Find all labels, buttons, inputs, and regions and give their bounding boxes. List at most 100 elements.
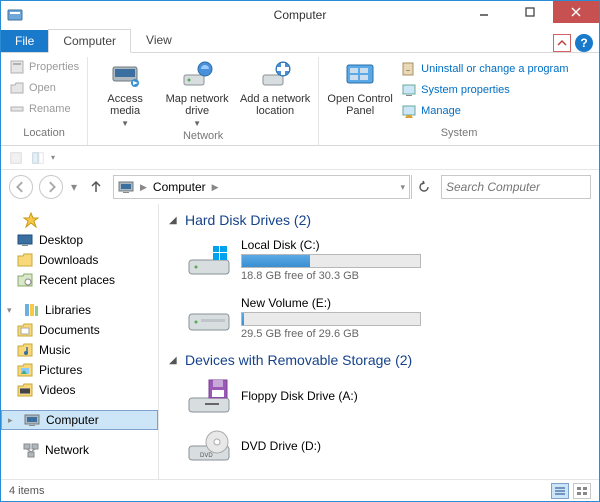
uninstall-label: Uninstall or change a program bbox=[421, 63, 568, 75]
dvd-icon: DVD bbox=[187, 428, 231, 464]
open-cp-label: Open Control Panel bbox=[325, 93, 395, 117]
nav-recent[interactable]: Recent places bbox=[1, 270, 158, 290]
nav-item-label: Desktop bbox=[39, 233, 83, 247]
ribbon-group-location: Properties Open Rename Location bbox=[1, 57, 88, 145]
uninstall-button[interactable]: Uninstall or change a program bbox=[399, 59, 570, 79]
drive-name: DVD Drive (D:) bbox=[241, 439, 321, 453]
navigation-pane: Favorites Desktop Downloads Recent place… bbox=[1, 204, 159, 479]
nav-favorites[interactable]: Favorites bbox=[1, 210, 158, 230]
access-media-button[interactable]: Access media ▼ bbox=[94, 57, 156, 128]
category-hdd[interactable]: ◢ Hard Disk Drives (2) bbox=[169, 210, 589, 234]
drive-free-text: 18.8 GB free of 30.3 GB bbox=[241, 270, 421, 282]
chevron-down-icon: ▼ bbox=[193, 119, 201, 128]
drive-name: New Volume (E:) bbox=[241, 296, 421, 310]
nav-computer[interactable]: ▸ Computer bbox=[1, 410, 158, 430]
drive-floppy-a[interactable]: Floppy Disk Drive (A:) bbox=[169, 374, 589, 424]
crumb-computer[interactable]: Computer bbox=[153, 180, 206, 194]
content-pane: ◢ Hard Disk Drives (2) Local Disk (C:) 1… bbox=[159, 204, 599, 479]
history-dropdown[interactable]: ▾ bbox=[69, 180, 79, 194]
map-drive-button[interactable]: Map network drive ▼ bbox=[160, 57, 234, 128]
manage-label: Manage bbox=[421, 105, 461, 117]
nav-libraries-label: Libraries bbox=[45, 303, 91, 317]
properties-button[interactable]: Properties bbox=[7, 57, 81, 77]
drive-name: Local Disk (C:) bbox=[241, 238, 421, 252]
details-view-button[interactable] bbox=[551, 483, 569, 499]
open-control-panel-button[interactable]: Open Control Panel bbox=[325, 57, 395, 117]
chevron-right-icon[interactable]: ▶ bbox=[210, 182, 221, 193]
drive-free-text: 29.5 GB free of 29.6 GB bbox=[241, 328, 421, 340]
svg-text:DVD: DVD bbox=[200, 453, 213, 459]
properties-label: Properties bbox=[29, 61, 79, 73]
back-button[interactable] bbox=[9, 175, 33, 199]
manage-button[interactable]: Manage bbox=[399, 101, 570, 121]
drive-usage-bar bbox=[241, 254, 421, 268]
help-button[interactable]: ? bbox=[575, 34, 593, 52]
nav-computer-label: Computer bbox=[46, 413, 99, 427]
search-box[interactable] bbox=[441, 175, 591, 199]
nav-item-label: Recent places bbox=[39, 273, 115, 287]
rename-label: Rename bbox=[29, 103, 71, 115]
access-media-label: Access media bbox=[94, 93, 156, 117]
nav-documents[interactable]: Documents bbox=[1, 320, 158, 340]
close-button[interactable] bbox=[553, 1, 599, 23]
map-drive-label: Map network drive bbox=[160, 93, 234, 117]
drive-new-volume-e[interactable]: New Volume (E:) 29.5 GB free of 29.6 GB bbox=[169, 292, 589, 350]
organize-icon[interactable] bbox=[7, 149, 25, 167]
ribbon-tabs: File Computer View ? bbox=[1, 29, 599, 53]
chevron-down-icon: ◢ bbox=[169, 215, 179, 226]
nav-libraries[interactable]: ▾ Libraries bbox=[1, 300, 158, 320]
nav-downloads[interactable]: Downloads bbox=[1, 250, 158, 270]
nav-network-label: Network bbox=[45, 443, 89, 457]
nav-item-label: Documents bbox=[39, 323, 100, 337]
chevron-down-icon: ▼ bbox=[121, 119, 129, 128]
ribbon-group-network: Access media ▼ Map network drive ▼ Add a n… bbox=[88, 57, 319, 145]
title-bar: Computer bbox=[1, 1, 599, 29]
open-button[interactable]: Open bbox=[7, 78, 81, 98]
chevron-right-icon: ▸ bbox=[8, 415, 18, 426]
sys-props-button[interactable]: System properties bbox=[399, 80, 570, 100]
drive-dvd-d[interactable]: DVD DVD Drive (D:) bbox=[169, 424, 589, 474]
nav-pictures[interactable]: Pictures bbox=[1, 360, 158, 380]
category-removable[interactable]: ◢ Devices with Removable Storage (2) bbox=[169, 350, 589, 374]
drive-local-c[interactable]: Local Disk (C:) 18.8 GB free of 30.3 GB bbox=[169, 234, 589, 292]
nav-desktop[interactable]: Desktop bbox=[1, 230, 158, 250]
drive-name: Floppy Disk Drive (A:) bbox=[241, 389, 358, 403]
group-label-system: System bbox=[325, 125, 593, 142]
forward-button[interactable] bbox=[39, 175, 63, 199]
group-label-network: Network bbox=[94, 128, 312, 145]
up-button[interactable] bbox=[85, 176, 107, 198]
category-hdd-label: Hard Disk Drives (2) bbox=[185, 212, 311, 228]
maximize-button[interactable] bbox=[507, 1, 553, 23]
hdd-icon bbox=[187, 300, 231, 336]
hdd-icon bbox=[187, 242, 231, 278]
breadcrumb[interactable]: ▶ Computer ▶ ▾ bbox=[113, 175, 410, 199]
file-tab[interactable]: File bbox=[1, 30, 48, 52]
status-bar: 4 items bbox=[1, 479, 599, 501]
chevron-down-icon: ▾ bbox=[7, 305, 17, 316]
chevron-down-icon[interactable]: ▾ bbox=[400, 182, 405, 193]
collapse-ribbon-button[interactable] bbox=[553, 34, 571, 52]
address-bar-row: ▾ ▶ Computer ▶ ▾ bbox=[1, 170, 599, 204]
status-text: 4 items bbox=[9, 485, 44, 497]
group-label-location: Location bbox=[7, 125, 81, 142]
computer-tab[interactable]: Computer bbox=[48, 29, 131, 53]
search-input[interactable] bbox=[446, 180, 586, 194]
preview-icon[interactable] bbox=[29, 149, 47, 167]
view-tab[interactable]: View bbox=[131, 28, 187, 52]
minimize-button[interactable] bbox=[461, 1, 507, 23]
refresh-button[interactable] bbox=[411, 175, 435, 199]
chevron-down-icon: ◢ bbox=[169, 355, 179, 366]
nav-music[interactable]: Music bbox=[1, 340, 158, 360]
ribbon: Properties Open Rename Location Access m… bbox=[1, 53, 599, 146]
chevron-down-icon[interactable]: ▾ bbox=[51, 153, 55, 162]
nav-videos[interactable]: Videos bbox=[1, 380, 158, 400]
nav-item-label: Music bbox=[39, 343, 70, 357]
add-location-button[interactable]: Add a network location bbox=[238, 57, 312, 117]
nav-network[interactable]: Network bbox=[1, 440, 158, 460]
nav-item-label: Downloads bbox=[39, 253, 98, 267]
computer-icon bbox=[118, 179, 134, 195]
icons-view-button[interactable] bbox=[573, 483, 591, 499]
rename-button[interactable]: Rename bbox=[7, 99, 81, 119]
ribbon-group-system: Open Control Panel Uninstall or change a… bbox=[319, 57, 599, 145]
chevron-right-icon[interactable]: ▶ bbox=[138, 182, 149, 193]
